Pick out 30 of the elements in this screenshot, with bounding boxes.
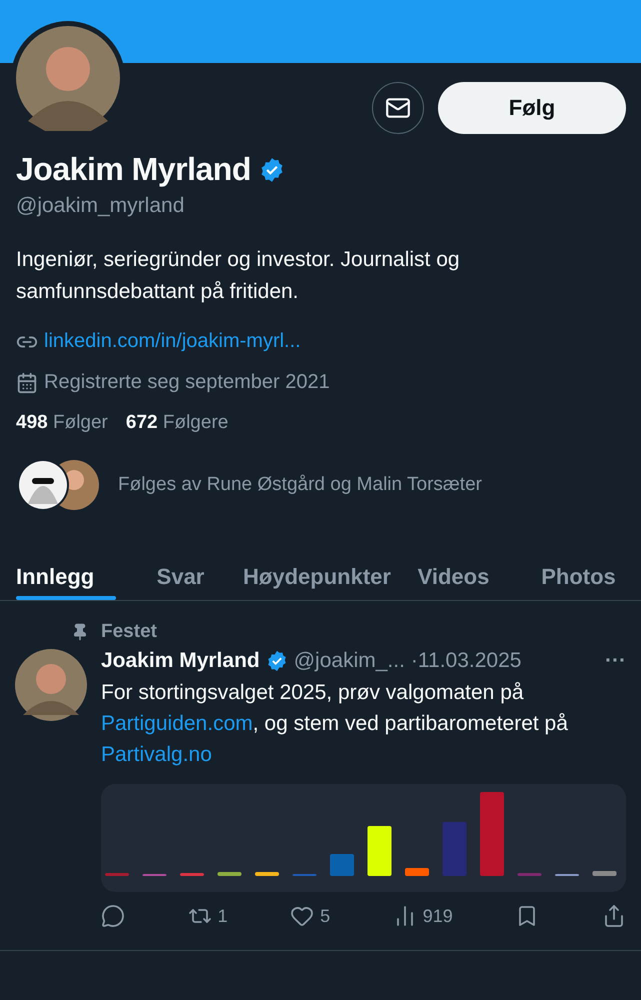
following-count[interactable]: 498 Følger [16, 412, 108, 434]
author-avatar[interactable] [15, 649, 87, 721]
post-text: For stortingsvalget 2025, prøv valgomaten på Partiguiden.com, og stem ved partibarometeret på Partivalg.no [101, 680, 569, 768]
speech-bubble-button[interactable] [101, 904, 125, 928]
bar-chart-button[interactable]: 919 [392, 904, 453, 928]
pin-icon [71, 623, 89, 641]
calendar-icon [16, 372, 38, 394]
message-button[interactable] [372, 82, 424, 134]
repost-button[interactable]: 1 [188, 904, 228, 928]
profile-tab[interactable]: Svar [118, 534, 244, 600]
profile-tab[interactable]: Photos [516, 534, 641, 600]
profile-tab[interactable]: Innlegg [16, 534, 118, 600]
profile-tab[interactable]: Videos [390, 534, 516, 600]
follow-button[interactable]: Følg [438, 82, 626, 134]
profile-link[interactable]: linkedin.com/in/joakim-myrl... [44, 330, 301, 353]
followers-count[interactable]: 672 Følgere [126, 412, 228, 434]
profile-bio: Ingeniør, seriegründer og investor. Journalist og samfunnsdebattant på fritiden. [16, 247, 461, 305]
followed-by-text: Følges av Rune Østgård og Malin Torsæter [118, 474, 482, 496]
join-date: Registrerte seg september 2021 [44, 371, 330, 394]
speech-bubble-icon [101, 904, 125, 928]
pinned-label: Festet [101, 621, 157, 643]
profile-handle: @joakim_myrland [16, 194, 186, 218]
post-handle: @joakim_... [294, 649, 405, 673]
heart-icon [290, 904, 314, 928]
heart-button[interactable]: 5 [290, 904, 330, 928]
profile-tab[interactable]: Høydepunkter [243, 534, 391, 600]
post-date: ·11.03.2025 [410, 649, 522, 673]
profile-name: Joakim Myrland [16, 151, 251, 188]
more-button[interactable]: ··· [605, 649, 626, 673]
post-author[interactable]: Joakim Myrland [101, 649, 260, 673]
